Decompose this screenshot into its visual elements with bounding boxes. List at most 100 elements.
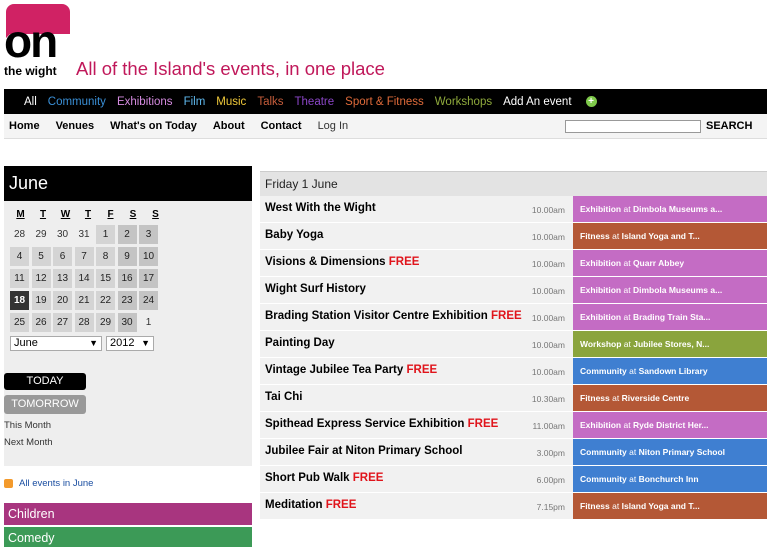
event-category[interactable]: Exhibition [580,312,621,322]
event-row[interactable]: Wight Surf History 10.00am Exhibition at D… [260,277,767,304]
calendar-day[interactable]: 1 [96,225,115,244]
login-link[interactable]: Log In [318,120,349,132]
event-title[interactable]: Brading Station Visitor Centre Exhibitio… [265,310,488,322]
search-input[interactable] [565,120,701,133]
event-main[interactable]: Visions & Dimensions FREE 10.00am [260,250,573,276]
event-title[interactable]: Painting Day [265,337,335,349]
event-title[interactable]: Visions & Dimensions [265,256,386,268]
calendar-day[interactable]: 4 [10,247,29,266]
this-month-link[interactable]: This Month [4,420,51,431]
calendar-day[interactable]: 8 [96,247,115,266]
event-row[interactable]: Baby Yoga 10.00am Fitness at Island Yoga a… [260,223,767,250]
event-venue[interactable]: Niton Primary School [639,447,725,457]
event-category-venue[interactable]: Community at Bonchurch Inn [573,466,767,492]
event-main[interactable]: Spithead Express Service Exhibition FREE… [260,412,573,438]
calendar-day[interactable]: 16 [117,269,137,288]
event-category[interactable]: Community [580,366,627,376]
calendar-day[interactable]: 12 [31,269,51,288]
calendar-day[interactable]: 28 [10,225,29,244]
event-main[interactable]: Meditation FREE 7.15pm [260,493,573,519]
calendar-day[interactable]: 1 [139,313,158,332]
calendar-day[interactable]: 29 [31,225,51,244]
category-link[interactable]: Film [184,96,206,108]
event-title[interactable]: Meditation [265,499,323,511]
category-link[interactable]: Exhibitions [117,96,173,108]
event-category[interactable]: Exhibition [580,258,621,268]
calendar-day[interactable]: 26 [31,313,51,332]
category-link[interactable]: Sport & Fitness [345,96,424,108]
tomorrow-button[interactable]: TOMORROW [4,395,86,414]
calendar-day[interactable]: 2 [117,225,137,244]
event-row[interactable]: Short Pub Walk FREE 6.00pm Community at Bo… [260,466,767,493]
event-category[interactable]: Community [580,474,627,484]
search-button[interactable]: SEARCH [706,120,752,132]
category-link[interactable]: Talks [257,96,283,108]
calendar-day[interactable]: 31 [74,225,94,244]
calendar-day[interactable]: 3 [139,225,158,244]
year-select[interactable]: 2012 ▼ [106,336,154,351]
event-category[interactable]: Fitness [580,231,610,241]
calendar-day[interactable]: 18 [10,291,29,310]
event-row[interactable]: Jubilee Fair at Niton Primary School 3.00… [260,439,767,466]
calendar-day[interactable]: 20 [53,291,72,310]
event-venue[interactable]: Quarr Abbey [633,258,684,268]
event-category-venue[interactable]: Fitness at Island Yoga and T... [573,223,767,249]
event-venue[interactable]: Jubilee Stores, N... [633,339,709,349]
event-category-venue[interactable]: Community at Sandown Library [573,358,767,384]
event-category-venue[interactable]: Exhibition at Ryde District Her... [573,412,767,438]
calendar-day[interactable]: 15 [96,269,115,288]
event-category[interactable]: Community [580,447,627,457]
event-venue[interactable]: Riverside Centre [622,393,690,403]
event-row[interactable]: Visions & Dimensions FREE 10.00am Exhibiti… [260,250,767,277]
calendar-day[interactable]: 10 [139,247,158,266]
event-main[interactable]: Vintage Jubilee Tea Party FREE 10.00am [260,358,573,384]
calendar-day[interactable]: 22 [96,291,115,310]
event-category[interactable]: Fitness [580,501,610,511]
event-main[interactable]: Baby Yoga 10.00am [260,223,573,249]
event-category[interactable]: Fitness [580,393,610,403]
event-category[interactable]: Exhibition [580,420,621,430]
category-link[interactable]: Music [216,96,246,108]
event-title[interactable]: Short Pub Walk [265,472,350,484]
calendar-day[interactable]: 24 [139,291,158,310]
calendar-day[interactable]: 30 [117,313,137,332]
event-main[interactable]: Wight Surf History 10.00am [260,277,573,303]
nav-link[interactable]: Home [9,120,40,132]
event-category[interactable]: Exhibition [580,204,621,214]
calendar-day[interactable]: 7 [74,247,94,266]
rss-link[interactable]: All events in June [4,478,93,489]
category-link[interactable]: Theatre [295,96,335,108]
event-venue[interactable]: Dimbola Museums a... [633,204,722,214]
event-category-venue[interactable]: Fitness at Island Yoga and T... [573,493,767,519]
event-title[interactable]: Wight Surf History [265,283,366,295]
site-logo[interactable]: on the wight [4,4,70,78]
category-link[interactable]: Community [48,96,106,108]
event-venue[interactable]: Dimbola Museums a... [633,285,722,295]
calendar-day[interactable]: 6 [53,247,72,266]
calendar-day[interactable]: 9 [117,247,137,266]
event-main[interactable]: West With the Wight 10.00am [260,196,573,222]
calendar-day[interactable]: 17 [139,269,158,288]
event-category-venue[interactable]: Exhibition at Dimbola Museums a... [573,196,767,222]
today-button[interactable]: TODAY [4,373,86,390]
calendar-day[interactable]: 29 [96,313,115,332]
calendar-day[interactable]: 27 [53,313,72,332]
event-row[interactable]: Tai Chi 10.30am Fitness at Riverside Centr… [260,385,767,412]
calendar-day[interactable]: 21 [74,291,94,310]
event-venue[interactable]: Brading Train Sta... [633,312,710,322]
calendar-day[interactable]: 5 [31,247,51,266]
event-category-venue[interactable]: Community at Niton Primary School [573,439,767,465]
month-select[interactable]: June ▼ [10,336,102,351]
event-main[interactable]: Brading Station Visitor Centre Exhibitio… [260,304,573,330]
event-main[interactable]: Painting Day 10.00am [260,331,573,357]
event-category-venue[interactable]: Fitness at Riverside Centre [573,385,767,411]
calendar-day[interactable]: 28 [74,313,94,332]
event-venue[interactable]: Island Yoga and T... [622,501,700,511]
event-category[interactable]: Workshop [580,339,621,349]
next-month-link[interactable]: Next Month [4,437,53,448]
plus-circle-icon[interactable]: + [585,96,597,107]
event-title[interactable]: Baby Yoga [265,229,323,241]
nav-link[interactable]: About [213,120,245,132]
nav-link[interactable]: What's on Today [110,120,197,132]
event-venue[interactable]: Sandown Library [639,366,708,376]
